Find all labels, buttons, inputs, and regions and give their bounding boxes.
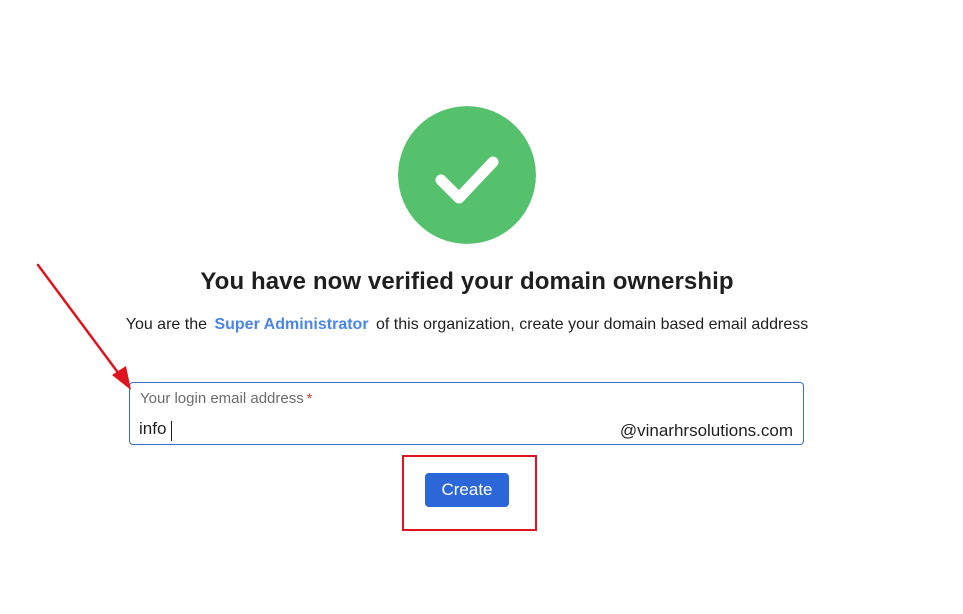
description-prefix: You are the — [125, 316, 207, 333]
page-description: You are the Super Administrator of this … — [0, 316, 934, 334]
description-suffix: of this organization, create your domain… — [376, 316, 809, 333]
checkmark-circle-icon — [398, 106, 536, 244]
create-button-highlight — [402, 455, 537, 531]
email-domain-suffix: @vinarhrsolutions.com — [619, 421, 793, 440]
email-field-label-text: Your login email address — [140, 390, 304, 407]
login-email-field[interactable]: Your login email address* @vinarhrsoluti… — [129, 382, 804, 445]
required-indicator: * — [306, 390, 313, 406]
text-caret — [171, 421, 172, 441]
email-username-input[interactable] — [139, 419, 599, 439]
page-title: You have now verified your domain owners… — [200, 268, 734, 295]
verification-success-page: You have now verified your domain owners… — [0, 0, 963, 614]
super-administrator-link[interactable]: Super Administrator — [214, 316, 368, 333]
email-field-label: Your login email address * — [140, 390, 312, 407]
